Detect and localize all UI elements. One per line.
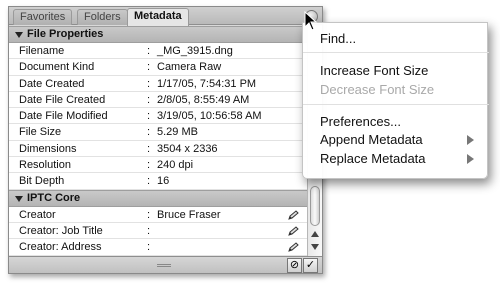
row-colon: : bbox=[147, 142, 151, 155]
row-colon: : bbox=[147, 45, 151, 57]
tab-folders[interactable]: Folders bbox=[77, 9, 128, 25]
metadata-row: Resolution : 240 dpi bbox=[9, 157, 307, 174]
section-file-properties[interactable]: File Properties bbox=[9, 26, 307, 43]
row-key: Creator: Address bbox=[19, 241, 102, 254]
metadata-row: Date File Created : 2/8/05, 8:55:49 AM bbox=[9, 92, 307, 109]
menu-separator bbox=[303, 104, 489, 105]
section-iptc-core[interactable]: IPTC Core bbox=[9, 189, 307, 207]
row-key: Document Kind bbox=[19, 61, 95, 74]
row-colon: : bbox=[147, 241, 151, 254]
row-colon: : bbox=[147, 175, 151, 188]
row-value[interactable]: Bruce Fraser bbox=[157, 207, 221, 223]
panel-flyout-menu: Find... Increase Font Size Decrease Font… bbox=[302, 22, 489, 179]
menu-item-decrease-font-size: Decrease Font Size bbox=[320, 82, 435, 97]
section-title: File Properties bbox=[27, 28, 104, 40]
metadata-row[interactable]: Creator: Job Title : bbox=[9, 223, 307, 240]
row-colon: : bbox=[147, 159, 151, 172]
pencil-icon[interactable] bbox=[288, 242, 300, 253]
row-colon: : bbox=[147, 93, 151, 106]
tab-metadata[interactable]: Metadata bbox=[127, 8, 189, 26]
row-value: 240 dpi bbox=[157, 159, 194, 172]
row-key: Date Created bbox=[19, 77, 85, 90]
row-value: 5.29 MB bbox=[157, 126, 198, 139]
cancel-button[interactable]: ⊘ bbox=[287, 258, 302, 273]
resize-grip-icon[interactable] bbox=[157, 264, 171, 267]
row-key: Creator: Job Title bbox=[19, 224, 103, 237]
menu-item-preferences[interactable]: Preferences... bbox=[320, 114, 401, 129]
row-key: Date File Modified bbox=[19, 110, 108, 123]
pencil-icon[interactable] bbox=[288, 209, 300, 220]
row-value: Camera Raw bbox=[157, 61, 222, 74]
scroll-down-icon[interactable] bbox=[311, 244, 319, 250]
row-key: Filename bbox=[19, 45, 65, 57]
disclosure-triangle-icon[interactable] bbox=[15, 32, 23, 38]
section-title: IPTC Core bbox=[27, 191, 81, 204]
row-value: 3/19/05, 10:56:58 AM bbox=[157, 110, 262, 123]
row-key: Dimensions bbox=[19, 142, 77, 155]
cursor-icon bbox=[304, 11, 318, 31]
row-colon: : bbox=[147, 224, 151, 237]
row-key: Bit Depth bbox=[19, 175, 65, 188]
pencil-icon[interactable] bbox=[288, 226, 300, 236]
tab-favorites[interactable]: Favorites bbox=[13, 9, 73, 25]
submenu-arrow-icon bbox=[467, 154, 474, 164]
metadata-row[interactable]: Creator : Bruce Fraser bbox=[9, 207, 307, 223]
panel-footer: ⊘ ✓ bbox=[9, 256, 322, 273]
menu-item-replace-metadata[interactable]: Replace Metadata bbox=[320, 151, 426, 166]
row-colon: : bbox=[147, 61, 151, 74]
metadata-row: Filename : _MG_3915.dng bbox=[9, 43, 307, 60]
row-key: Resolution bbox=[19, 159, 71, 172]
metadata-panel: Favorites Folders Metadata File Properti… bbox=[8, 6, 323, 274]
row-key: Creator bbox=[19, 208, 56, 221]
row-colon: : bbox=[147, 77, 151, 90]
apply-button[interactable]: ✓ bbox=[303, 258, 318, 273]
scroll-up-icon[interactable] bbox=[311, 231, 319, 237]
metadata-row: Date File Modified : 3/19/05, 10:56:58 A… bbox=[9, 108, 307, 125]
submenu-arrow-icon bbox=[467, 135, 474, 145]
metadata-row: Document Kind : Camera Raw bbox=[9, 59, 307, 76]
row-value: _MG_3915.dng bbox=[157, 45, 233, 57]
menu-item-find[interactable]: Find... bbox=[320, 31, 356, 46]
row-value: 3504 x 2336 bbox=[157, 142, 218, 155]
tab-bar: Favorites Folders Metadata bbox=[9, 7, 322, 26]
row-colon: : bbox=[147, 208, 151, 221]
scroll-thumb[interactable] bbox=[310, 186, 320, 226]
row-value: 16 bbox=[157, 175, 170, 188]
metadata-row: File Size : 5.29 MB bbox=[9, 124, 307, 141]
row-colon: : bbox=[147, 126, 151, 139]
row-key: File Size bbox=[19, 126, 62, 139]
metadata-row: Bit Depth : 16 bbox=[9, 173, 307, 190]
menu-item-increase-font-size[interactable]: Increase Font Size bbox=[320, 63, 428, 78]
metadata-row: Date Created : 1/17/05, 7:54:31 PM bbox=[9, 76, 307, 92]
metadata-content: File Properties Filename : _MG_3915.dng … bbox=[9, 26, 307, 256]
row-value: 1/17/05, 7:54:31 PM bbox=[157, 77, 257, 90]
metadata-row: Dimensions : 3504 x 2336 bbox=[9, 141, 307, 158]
row-value: 2/8/05, 8:55:49 AM bbox=[157, 93, 250, 106]
row-colon: : bbox=[147, 110, 151, 123]
row-key: Date File Created bbox=[19, 93, 106, 106]
disclosure-triangle-icon[interactable] bbox=[15, 195, 23, 202]
menu-item-append-metadata[interactable]: Append Metadata bbox=[320, 132, 423, 147]
menu-separator bbox=[303, 52, 489, 53]
metadata-row[interactable]: Creator: Address : bbox=[9, 239, 307, 256]
